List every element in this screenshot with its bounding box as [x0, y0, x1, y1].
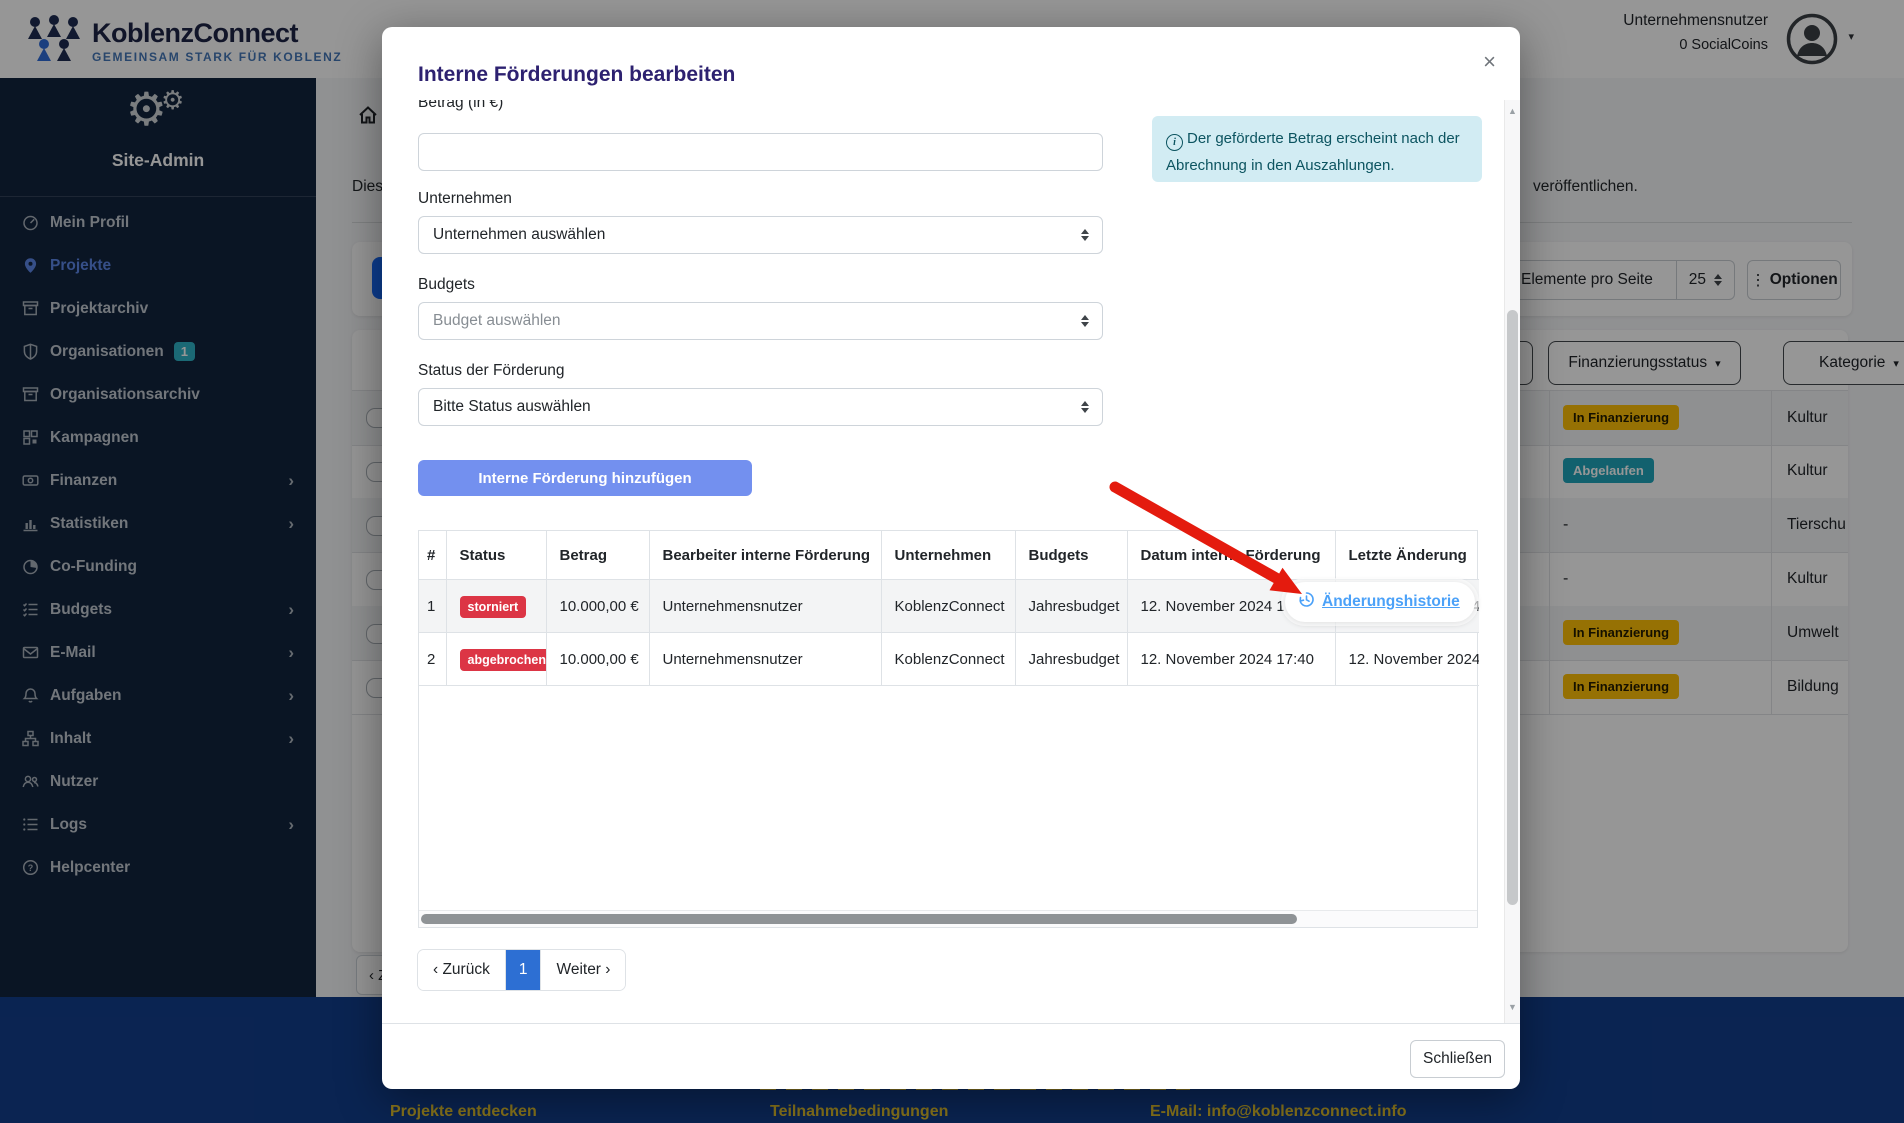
scrollbar-thumb[interactable]: [1507, 310, 1518, 905]
modal-footer: Schließen: [382, 1023, 1520, 1090]
modal-scrollbar[interactable]: ▲ ▼: [1504, 100, 1520, 1023]
status-badge: abgebrochen: [460, 649, 547, 671]
betrag-label: Betrag (in €): [418, 100, 503, 112]
funding-row[interactable]: 2 abgebrochen 10.000,00 € Unternehmensnu…: [419, 633, 1479, 686]
modal-body: Betrag (in €) iDer geförderte Betrag ers…: [382, 100, 1504, 1023]
betrag-input[interactable]: [418, 133, 1103, 171]
scroll-down-icon[interactable]: ▼: [1508, 1002, 1517, 1012]
updown-icon: [1081, 401, 1089, 413]
horizontal-scrollbar[interactable]: [419, 910, 1477, 927]
status-select[interactable]: Bitte Status auswählen: [418, 388, 1103, 426]
status-label: Status der Förderung: [418, 362, 564, 380]
info-alert: iDer geförderte Betrag erscheint nach de…: [1152, 116, 1482, 182]
status-badge: storniert: [460, 596, 527, 618]
add-internal-funding-button[interactable]: Interne Förderung hinzufügen: [418, 460, 752, 496]
pagination-next[interactable]: Weiter ›: [541, 950, 625, 990]
page: KoblenzConnect GEMEINSAM STARK FÜR KOBLE…: [0, 0, 1904, 1123]
updown-icon: [1081, 315, 1089, 327]
budgets-label: Budgets: [418, 276, 475, 294]
scrollbar-thumb[interactable]: [421, 914, 1297, 924]
clock-history-icon: [1298, 591, 1315, 613]
modal-title: Interne Förderungen bearbeiten: [418, 63, 735, 87]
close-icon[interactable]: ×: [1483, 49, 1496, 75]
scroll-up-icon[interactable]: ▲: [1508, 106, 1517, 116]
info-icon: i: [1166, 134, 1183, 151]
table-header-row: # Status Betrag Bearbeiter interne Förde…: [419, 531, 1479, 580]
pagination-page-1[interactable]: 1: [506, 950, 542, 990]
pagination-prev[interactable]: ‹ Zurück: [418, 950, 506, 990]
close-button[interactable]: Schließen: [1410, 1040, 1505, 1078]
edit-internal-funding-modal: Interne Förderungen bearbeiten × Betrag …: [382, 27, 1520, 1089]
changelog-popover[interactable]: Änderungshistorie: [1285, 582, 1475, 622]
unternehmen-label: Unternehmen: [418, 190, 512, 208]
budgets-select[interactable]: Budget auswählen: [418, 302, 1103, 340]
updown-icon: [1081, 229, 1089, 241]
unternehmen-select[interactable]: Unternehmen auswählen: [418, 216, 1103, 254]
modal-pagination: ‹ Zurück 1 Weiter ›: [418, 950, 625, 990]
changelog-link[interactable]: Änderungshistorie: [1322, 593, 1460, 611]
